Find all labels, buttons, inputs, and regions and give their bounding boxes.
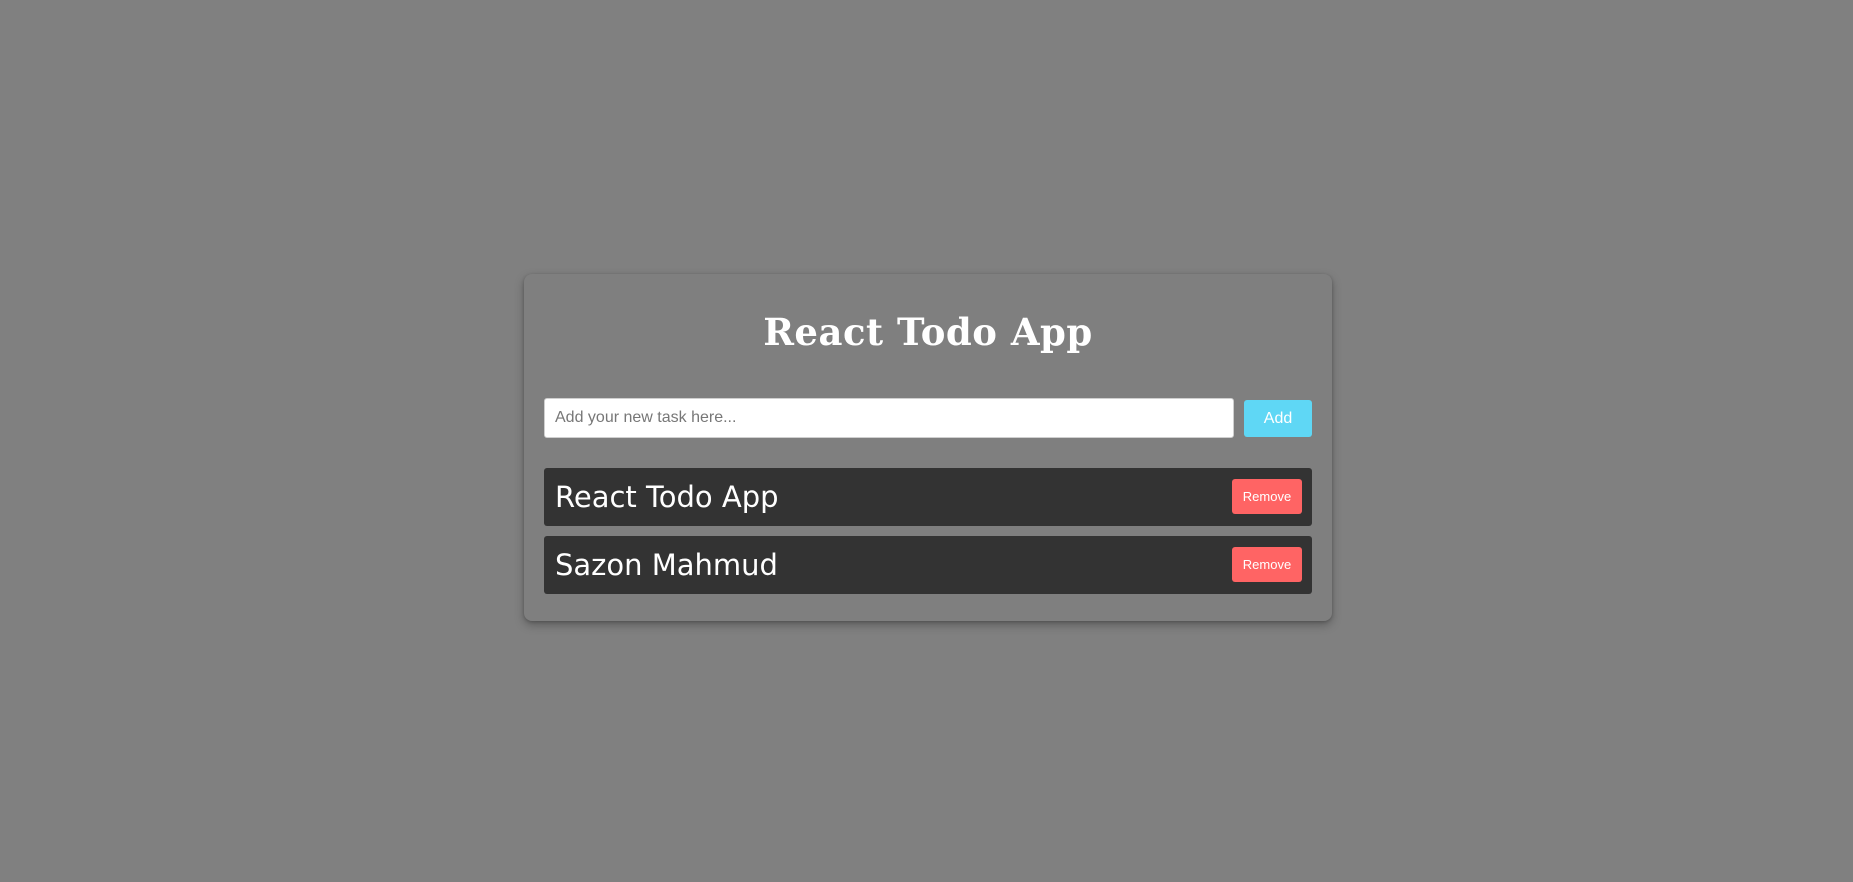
todo-list: React Todo App Remove Sazon Mahmud Remov… — [544, 468, 1312, 604]
todo-item: React Todo App Remove — [544, 468, 1312, 526]
remove-button[interactable]: Remove — [1232, 547, 1302, 582]
todo-card: React Todo App Add React Todo App Remove… — [524, 274, 1332, 621]
todo-item: Sazon Mahmud Remove — [544, 536, 1312, 594]
todo-text: Sazon Mahmud — [555, 548, 778, 582]
todo-text: React Todo App — [555, 480, 779, 514]
app-title: React Todo App — [763, 310, 1093, 354]
add-button[interactable]: Add — [1244, 400, 1312, 437]
remove-button[interactable]: Remove — [1232, 479, 1302, 514]
new-task-input[interactable] — [544, 398, 1234, 438]
